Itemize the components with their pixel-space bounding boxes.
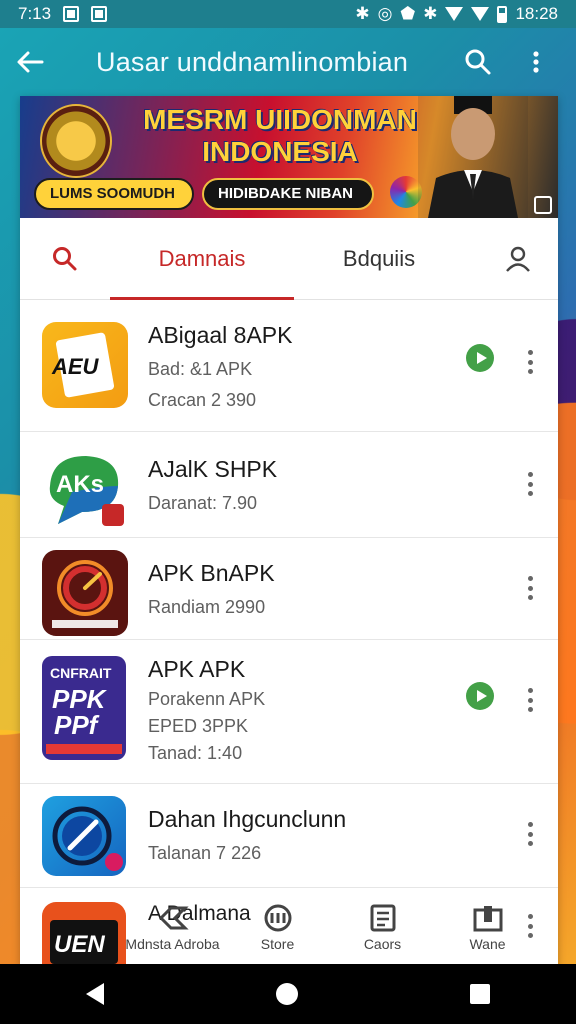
tab-search[interactable] <box>20 246 110 272</box>
app-name: APK BnAPK <box>148 560 275 586</box>
app-downloads: Randiam 2990 <box>148 597 266 617</box>
nav-back-button[interactable] <box>86 983 104 1005</box>
wifi-icon <box>445 7 464 21</box>
more-options-button[interactable] <box>522 822 538 846</box>
speedometer-icon <box>42 550 128 636</box>
app-size: EPED 3PPK <box>148 716 249 736</box>
list-item[interactable]: AKs AJalK SHPK Daranat: 7.90 <box>20 432 558 538</box>
more-options-button[interactable] <box>522 472 538 496</box>
more-vert-icon <box>533 51 539 73</box>
garuda-emblem-icon <box>40 104 112 178</box>
app-downloads: Talanan 7 226 <box>148 843 262 863</box>
list-item[interactable]: AEU ABigaal 8APK Bad: &1 APK Cracan 2 39… <box>20 300 558 432</box>
svg-text:PPf: PPf <box>54 710 100 740</box>
app-downloads: Tanad: 1:40 <box>148 743 243 763</box>
tab-profile[interactable] <box>478 246 558 272</box>
bottom-tab-label: Caors <box>363 936 402 952</box>
tab-bdquiis[interactable]: Bdquiis <box>294 218 464 300</box>
search-button[interactable] <box>458 42 498 82</box>
gauge-icon <box>42 796 126 876</box>
uen-icon: UEN <box>42 902 126 966</box>
search-icon <box>53 246 77 270</box>
main-card: MESRM UIIDONMAN INDONESIA LUMS SOOMUDH H… <box>20 96 558 966</box>
app-subtitle: Porakenn APK <box>148 689 266 709</box>
list-item[interactable]: CNFRAIT PPK PPf APK APK Porakenn APK EPE… <box>20 640 558 784</box>
app-name: ABigaal 8APK <box>148 322 293 348</box>
search-icon <box>465 49 491 75</box>
list-item[interactable]: APK BnAPK Randiam 2990 <box>20 538 558 640</box>
puzzle-icon <box>158 906 189 930</box>
status-clock: 18:28 <box>515 4 558 23</box>
sync-icon: ◎ <box>377 4 393 23</box>
nav-recents-button[interactable] <box>470 984 490 1004</box>
svg-text:AEU: AEU <box>51 354 100 379</box>
app-name: AJalK SHPK <box>148 456 278 482</box>
app-name: APK APK <box>148 656 246 682</box>
system-navigation-bar <box>0 964 576 1024</box>
bluetooth-icon-2: ✱ <box>423 4 438 23</box>
app-name: Dahan Ihgcunclunn <box>148 806 347 832</box>
banner-title: MESRM UIIDONMAN INDONESIA <box>130 104 430 168</box>
svg-text:CNFRAIT: CNFRAIT <box>50 665 112 681</box>
install-button[interactable] <box>466 344 494 372</box>
bottom-tab-wane[interactable]: Wane <box>435 900 540 964</box>
status-bar: 7:13 ✱ ◎ ⬟ ✱ 18:28 <box>0 0 576 28</box>
nav-home-button[interactable] <box>276 983 298 1005</box>
tab-damnais[interactable]: Damnais <box>110 218 294 300</box>
signal-icon <box>471 7 490 21</box>
badge-icon <box>534 196 552 214</box>
banner-chip-right: HIDIBDAKE NIBAN <box>202 178 374 210</box>
bottom-tab-store[interactable]: Store <box>225 900 330 964</box>
bottom-tab-adroba[interactable]: Mdnsta Adroba <box>120 900 225 964</box>
bottom-navigation: Mdnsta Adroba Store Caors Wane <box>120 900 540 964</box>
overflow-menu-button[interactable] <box>516 42 556 82</box>
more-options-button[interactable] <box>522 350 538 374</box>
app-size: Bad: &1 APK <box>148 359 253 379</box>
arrow-back-icon <box>17 51 44 73</box>
back-button[interactable] <box>0 28 60 96</box>
bluetooth-icon: ✱ <box>355 4 370 23</box>
app-bar: Uasar unddnamlinombian <box>0 28 576 96</box>
store-icon <box>264 904 291 932</box>
promo-banner[interactable]: MESRM UIIDONMAN INDONESIA LUMS SOOMUDH H… <box>20 96 558 218</box>
page-title: Uasar unddnamlinombian <box>96 46 409 77</box>
app-downloads: Cracan 2 390 <box>148 390 257 410</box>
banner-chip-left: LUMS SOOMUDH <box>34 178 194 210</box>
bottom-tab-caors[interactable]: Caors <box>330 900 435 964</box>
install-button[interactable] <box>466 682 494 710</box>
svg-text:AKs: AKs <box>56 471 104 498</box>
battery-icon <box>497 5 508 23</box>
bottom-tab-label: Store <box>260 936 295 952</box>
banner-title-line1: MESRM UIIDONMAN <box>143 104 417 135</box>
svg-text:UEN: UEN <box>54 931 105 958</box>
gallery-icon <box>91 6 108 22</box>
tab-bar: Damnais Bdquiis <box>20 218 558 300</box>
banner-title-line2: INDONESIA <box>202 136 358 167</box>
pdf-icon: CNFRAIT PPK PPf <box>42 656 126 760</box>
official-portrait <box>418 96 528 218</box>
list-item[interactable]: Dahan Ihgcunclunn Talanan 7 226 <box>20 784 558 888</box>
notification-icon <box>63 6 80 22</box>
bottom-tab-label: Mdnsta Adroba <box>125 936 220 952</box>
shield-icon: ⬟ <box>400 4 416 23</box>
more-options-button[interactable] <box>522 688 538 712</box>
person-icon <box>506 246 530 272</box>
more-options-button[interactable] <box>522 576 538 600</box>
grid-icon <box>370 904 395 932</box>
apps-icon <box>473 906 502 932</box>
akc-icon: AKs <box>42 446 128 532</box>
status-time: 7:13 <box>18 4 52 23</box>
document-icon: AEU <box>42 322 128 408</box>
app-downloads: Daranat: 7.90 <box>148 493 258 513</box>
bottom-tab-label: Wane <box>469 936 506 952</box>
